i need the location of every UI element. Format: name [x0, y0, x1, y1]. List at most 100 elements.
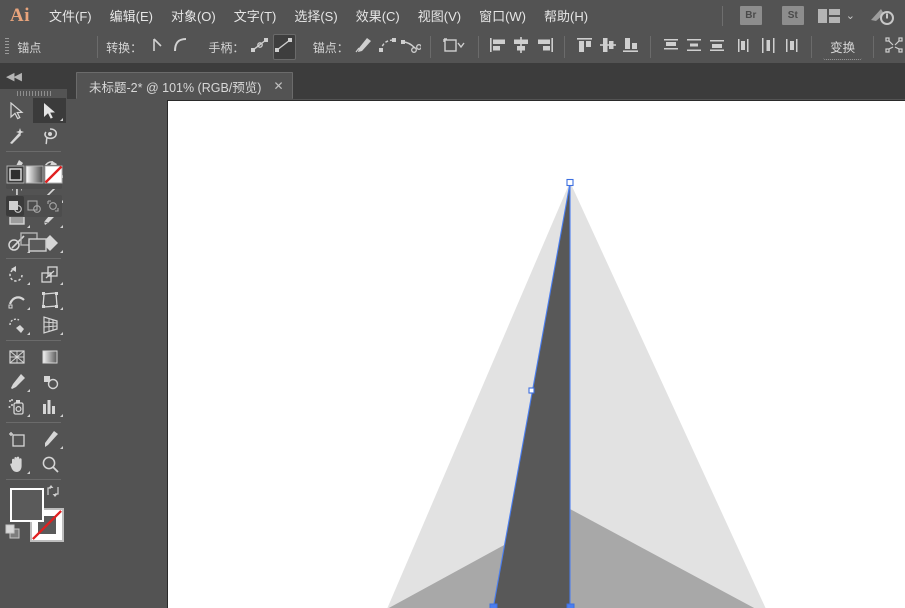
align-vertical-center-icon — [598, 36, 618, 59]
width-icon — [8, 291, 26, 309]
toolbox-divider-1 — [6, 151, 61, 152]
align-horizontal-center-button[interactable] — [511, 35, 532, 59]
illustrator-window: Ai 文件(F) 编辑(E) 对象(O) 文字(T) 选择(S) 效果(C) 视… — [0, 0, 905, 608]
left-panel-strip: ◀◀ — [0, 63, 67, 89]
pyramid-vector-artwork[interactable] — [168, 101, 905, 608]
rotate-icon — [8, 265, 26, 284]
convert-to-smooth-button[interactable] — [170, 35, 191, 59]
artboard-icon — [8, 430, 26, 448]
show-handles-button[interactable] — [249, 35, 270, 59]
anchor-bottom-right[interactable] — [566, 603, 575, 608]
menu-edit[interactable]: 编辑(E) — [101, 0, 162, 31]
swap-fill-stroke-icon[interactable] — [46, 484, 61, 503]
chevron-down-icon: ⌄ — [845, 10, 855, 22]
creative-cloud-icon[interactable] — [869, 6, 895, 26]
menu-help[interactable]: 帮助(H) — [535, 0, 597, 31]
tool-column-graph[interactable] — [33, 394, 66, 419]
none-mode-icon[interactable] — [44, 165, 63, 189]
collapse-panel-icon[interactable]: ◀◀ — [0, 70, 22, 83]
tool-width[interactable] — [0, 287, 33, 312]
align-left-button[interactable] — [488, 35, 509, 59]
menu-object[interactable]: 对象(O) — [162, 0, 225, 31]
tool-blend[interactable] — [33, 369, 66, 394]
distribute-left-button[interactable] — [735, 35, 756, 59]
hand-icon — [8, 455, 26, 473]
artboard[interactable] — [167, 100, 905, 608]
tool-scale[interactable] — [33, 262, 66, 287]
menu-window[interactable]: 窗口(W) — [470, 0, 535, 31]
color-mode-bar — [6, 165, 63, 189]
tool-free-transform[interactable] — [33, 287, 66, 312]
menu-bar-divider — [721, 5, 723, 26]
default-fill-stroke-icon[interactable] — [5, 524, 21, 545]
tool-rotate[interactable] — [0, 262, 33, 287]
hide-handles-button[interactable] — [272, 34, 296, 60]
align-right-button[interactable] — [534, 35, 555, 59]
isolate-selected-icon — [440, 36, 468, 59]
menu-view[interactable]: 视图(V) — [409, 0, 470, 31]
tool-eyedropper[interactable] — [0, 369, 33, 394]
menu-file[interactable]: 文件(F) — [40, 0, 101, 31]
align-vertical-center-button[interactable] — [597, 35, 618, 59]
align-top-button[interactable] — [574, 35, 595, 59]
shape-builder-icon — [8, 316, 26, 334]
convert-to-smooth-icon — [172, 36, 190, 59]
tool-hand[interactable] — [0, 451, 33, 476]
connect-anchors-icon — [378, 36, 398, 59]
toolbox-divider-4 — [6, 422, 61, 423]
distribute-horizontal-center-button[interactable] — [758, 35, 779, 59]
handles-label: 手柄： — [208, 40, 245, 55]
tool-mesh[interactable] — [0, 344, 33, 369]
control-divider-1 — [97, 36, 99, 58]
align-bottom-button[interactable] — [620, 35, 641, 59]
tool-lasso[interactable] — [33, 123, 66, 148]
close-icon[interactable]: ✕ — [273, 79, 283, 93]
menu-type[interactable]: 文字(T) — [225, 0, 286, 31]
isolate-selected-button[interactable] — [440, 35, 469, 59]
draw-inside-icon[interactable] — [44, 196, 62, 216]
toolbox-grip[interactable] — [0, 89, 67, 98]
color-mode-icon[interactable] — [6, 165, 25, 189]
remove-anchor-button[interactable] — [354, 35, 375, 59]
tool-shape-builder[interactable] — [0, 312, 33, 337]
tool-symbol-sprayer[interactable] — [0, 394, 33, 419]
transform-each-button[interactable] — [883, 35, 904, 59]
tool-slice[interactable] — [33, 426, 66, 451]
tool-artboard[interactable] — [0, 426, 33, 451]
cut-path-button[interactable] — [400, 35, 422, 59]
tool-zoom[interactable] — [33, 451, 66, 476]
distribute-bottom-icon — [707, 36, 727, 59]
transform-button[interactable]: 变换 — [823, 34, 863, 60]
fill-swatch[interactable] — [10, 488, 44, 522]
tool-flyout-indicator — [60, 118, 63, 121]
bridge-button[interactable]: Br — [739, 6, 762, 25]
anchor-bottom-left[interactable] — [489, 603, 498, 608]
distribute-vertical-center-button[interactable] — [683, 35, 704, 59]
distribute-right-button[interactable] — [781, 35, 802, 59]
canvas-area[interactable] — [67, 99, 905, 608]
anchor-mid[interactable] — [528, 387, 535, 394]
draw-behind-icon[interactable] — [25, 196, 43, 216]
workspace-switcher[interactable]: ⌄ — [817, 8, 855, 23]
tool-magic-wand[interactable] — [0, 123, 33, 148]
symbol-sprayer-icon — [8, 398, 26, 416]
connect-anchors-button[interactable] — [377, 35, 398, 59]
anchor-top[interactable] — [566, 178, 574, 187]
convert-to-corner-button[interactable] — [147, 35, 168, 59]
tool-selection[interactable] — [0, 98, 33, 123]
distribute-left-icon — [735, 36, 755, 59]
menu-effect[interactable]: 效果(C) — [347, 0, 409, 31]
document-tab[interactable]: 未标题-2* @ 101% (RGB/预览) ✕ — [76, 72, 293, 99]
distribute-top-button[interactable] — [660, 35, 681, 59]
tool-perspective-grid[interactable] — [33, 312, 66, 337]
tool-direct-selection[interactable] — [33, 98, 66, 123]
tool-flyout-indicator — [60, 332, 63, 335]
distribute-bottom-button[interactable] — [707, 35, 728, 59]
control-bar-grip[interactable] — [5, 38, 10, 56]
draw-normal-icon[interactable] — [6, 196, 25, 216]
tool-gradient[interactable] — [33, 344, 66, 369]
menu-select[interactable]: 选择(S) — [285, 0, 346, 31]
screen-mode-control[interactable] — [0, 229, 67, 259]
stock-button[interactable]: St — [781, 6, 804, 25]
gradient-mode-icon[interactable] — [25, 165, 44, 189]
